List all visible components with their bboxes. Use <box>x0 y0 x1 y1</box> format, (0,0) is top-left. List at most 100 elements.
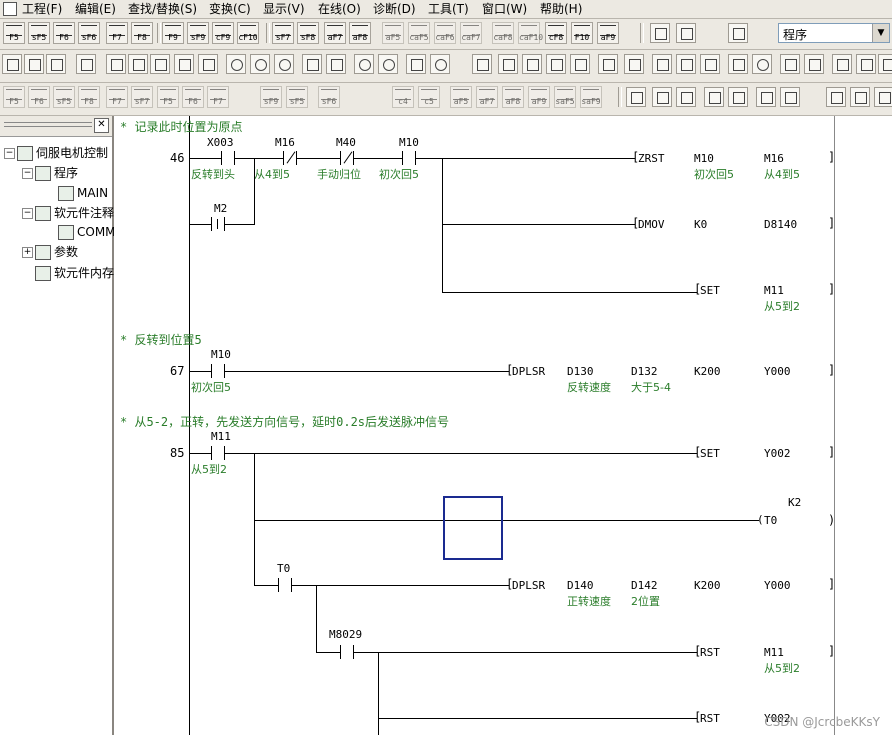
zoom-icon[interactable] <box>624 54 644 74</box>
contact-m2-pulse[interactable] <box>211 217 225 231</box>
print-icon[interactable] <box>76 54 96 74</box>
save-icon[interactable] <box>46 54 66 74</box>
instruction-arg[interactable]: Y000 <box>764 365 791 378</box>
delete-vertical-line-button[interactable]: cF10 <box>237 22 259 44</box>
tree-item-device-comment[interactable]: − 软元件注释 <box>22 204 114 222</box>
find-step-icon[interactable] <box>274 54 294 74</box>
bold-icon[interactable] <box>826 87 846 107</box>
instruction-arg[interactable]: D142 <box>631 579 658 592</box>
parallel-rising-pulse-button[interactable]: aF7 <box>324 22 346 44</box>
toolbar-button[interactable]: aF7 <box>476 86 498 108</box>
instruction-op[interactable]: SET <box>700 284 720 297</box>
entry-monitor-icon[interactable] <box>430 54 450 74</box>
menu-edit[interactable]: 编辑(E) <box>75 0 116 18</box>
menu-diagnostics[interactable]: 诊断(D) <box>373 0 416 18</box>
timer-setting[interactable]: K2 <box>788 496 801 509</box>
instruction-arg[interactable]: D130 <box>567 365 594 378</box>
device-batch-icon[interactable] <box>406 54 426 74</box>
menu-view[interactable]: 显示(V) <box>263 0 305 18</box>
window-arrange-icon[interactable] <box>878 54 892 74</box>
parallel-closed-contact-button[interactable]: sF6 <box>78 22 100 44</box>
closed-contact-button[interactable]: F6 <box>53 22 75 44</box>
monitor-icon[interactable] <box>354 54 374 74</box>
instruction-arg[interactable]: D140 <box>567 579 594 592</box>
open-contact-button[interactable]: F5 <box>3 22 25 44</box>
sfc-join-icon[interactable] <box>780 87 800 107</box>
toolbar-button[interactable]: caF6 <box>434 22 456 44</box>
instruction-arg[interactable]: D132 <box>631 365 658 378</box>
toolbar-button[interactable]: F6 <box>28 86 50 108</box>
contact-x003[interactable] <box>221 151 235 165</box>
toolbar-button[interactable]: sF7 <box>131 86 153 108</box>
instruction-op[interactable]: RST <box>700 646 720 659</box>
toolbar-button[interactable]: c5 <box>418 86 440 108</box>
sfc-transition-icon[interactable] <box>676 87 696 107</box>
falling-pulse-button[interactable]: sF8 <box>297 22 319 44</box>
parallel-open-contact-button[interactable]: sF5 <box>28 22 50 44</box>
undo-icon[interactable] <box>174 54 194 74</box>
copy-icon[interactable] <box>128 54 148 74</box>
toolbar-button[interactable]: F8 <box>78 86 100 108</box>
timer-coil[interactable]: T0 <box>764 514 777 527</box>
instruction-op[interactable]: SET <box>700 447 720 460</box>
instruction-arg[interactable]: D8140 <box>764 218 797 231</box>
new-file-icon[interactable] <box>2 54 22 74</box>
tree-item-device-memory[interactable]: 软元件内存 <box>35 264 114 282</box>
application-instruction-button[interactable]: F8 <box>131 22 153 44</box>
sfc-end-icon[interactable] <box>728 87 748 107</box>
sfc-branch-icon[interactable] <box>756 87 776 107</box>
close-icon[interactable]: ✕ <box>94 118 109 133</box>
toolbar-button[interactable]: caF7 <box>460 22 482 44</box>
sfc-icon[interactable] <box>626 87 646 107</box>
ladder-view-icon[interactable] <box>498 54 518 74</box>
contact-m11[interactable] <box>211 446 225 460</box>
toolbar-button[interactable]: aF9 <box>528 86 550 108</box>
contact-m40[interactable] <box>340 151 354 165</box>
format-icon[interactable] <box>804 54 824 74</box>
read-mode-button[interactable] <box>676 23 696 43</box>
contact-m8029[interactable] <box>340 645 354 659</box>
sfc-jump-icon[interactable] <box>704 87 724 107</box>
monitor-mode-button[interactable] <box>728 23 748 43</box>
tree-item-program[interactable]: − 程序 <box>22 164 78 182</box>
instruction-arg[interactable]: K0 <box>694 218 707 231</box>
instruction-arg[interactable]: Y002 <box>764 447 791 460</box>
sort-icon[interactable] <box>874 87 892 107</box>
parallel-falling-pulse-button[interactable]: aF8 <box>349 22 371 44</box>
instruction-op[interactable]: DMOV <box>638 218 665 231</box>
program-list-icon[interactable] <box>472 54 492 74</box>
read-from-plc-icon[interactable] <box>326 54 346 74</box>
contact-t0[interactable] <box>278 578 292 592</box>
toolbar-button[interactable]: aF8 <box>502 86 524 108</box>
grip-handle[interactable] <box>4 122 92 127</box>
toolbar-button[interactable]: c4 <box>392 86 414 108</box>
coil-button[interactable]: F7 <box>106 22 128 44</box>
statement-view-icon[interactable] <box>546 54 566 74</box>
write-mode-button[interactable] <box>650 23 670 43</box>
device-memory-icon[interactable] <box>728 54 748 74</box>
menu-tools[interactable]: 工具(T) <box>428 0 469 18</box>
transfer-setup-icon[interactable] <box>780 54 800 74</box>
instruction-arg[interactable]: M11 <box>764 284 784 297</box>
toolbar-button[interactable]: sF9 <box>260 86 282 108</box>
contact-m16[interactable] <box>283 151 297 165</box>
ladder-cursor[interactable] <box>443 496 503 560</box>
open-folder-icon[interactable] <box>24 54 44 74</box>
redo-icon[interactable] <box>198 54 218 74</box>
ladder-editor[interactable]: * 记录此时位置为原点 46 X003 反转到头 M16 从4到5 M40 手动… <box>114 116 835 735</box>
menu-project[interactable]: 工程(F) <box>22 0 62 18</box>
instruction-arg[interactable]: K200 <box>694 365 721 378</box>
instruction-arg[interactable]: M10 <box>694 152 714 165</box>
rising-pulse-button[interactable]: sF7 <box>272 22 294 44</box>
plc-diagnostics-icon[interactable] <box>652 54 672 74</box>
menu-online[interactable]: 在线(O) <box>318 0 361 18</box>
instruction-op[interactable]: RST <box>700 712 720 725</box>
toolbar-button[interactable]: F5 <box>3 86 25 108</box>
toolbar-button[interactable]: sF5 <box>286 86 308 108</box>
find-instruction-icon[interactable] <box>250 54 270 74</box>
toolbar-button[interactable]: saF5 <box>554 86 576 108</box>
window-tile-icon[interactable] <box>832 54 852 74</box>
note-view-icon[interactable] <box>570 54 590 74</box>
view-combo[interactable]: 程序 ▼ <box>778 23 890 43</box>
tree-item-parameter[interactable]: + 参数 <box>22 243 78 261</box>
